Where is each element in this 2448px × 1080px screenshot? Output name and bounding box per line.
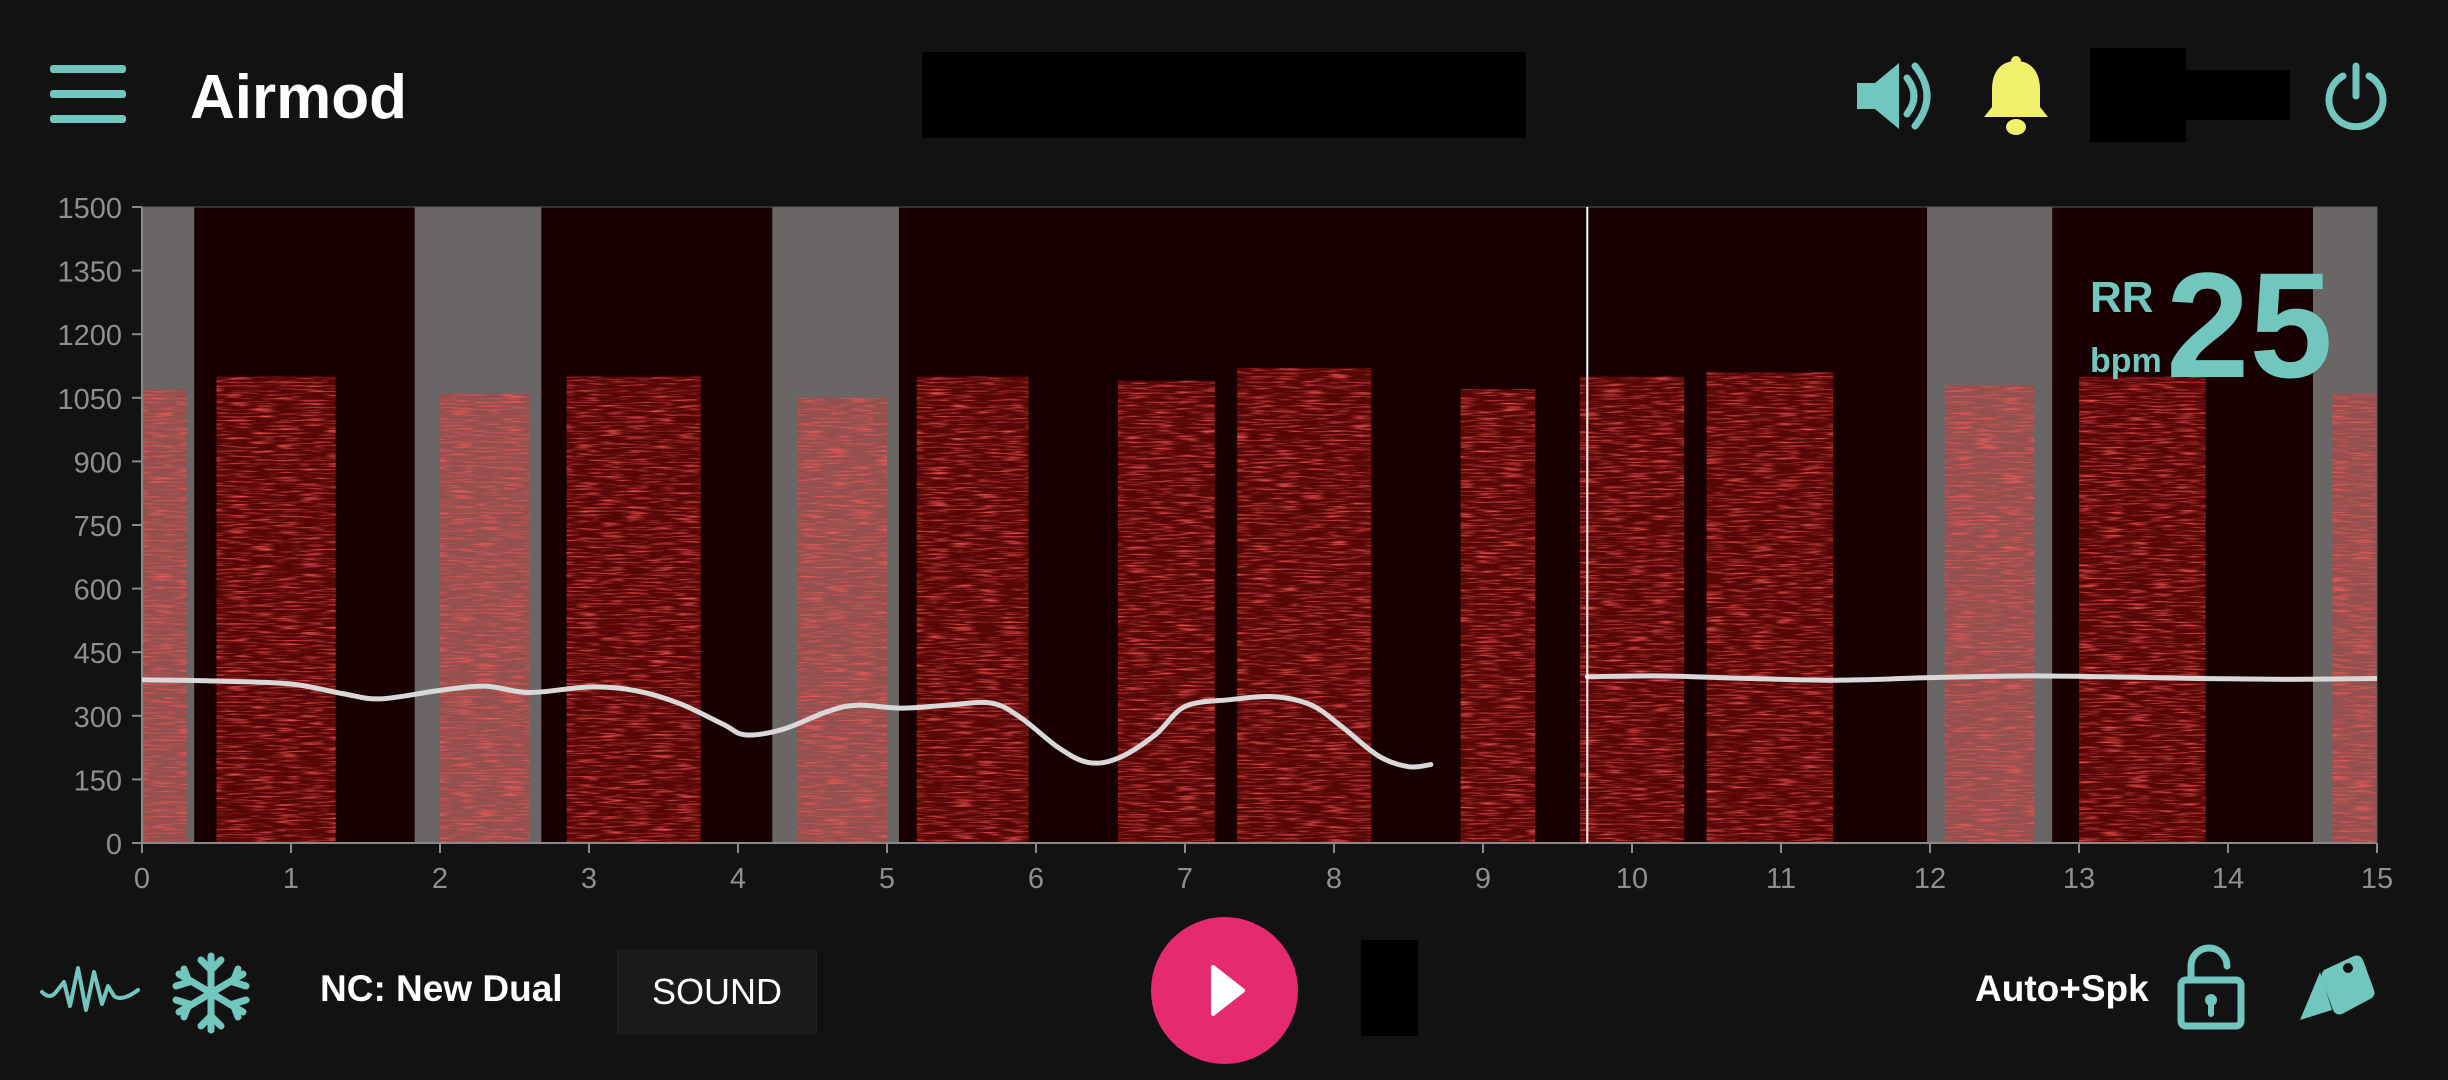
y-tick-label: 750: [74, 511, 122, 543]
x-tick-label: 15: [2361, 863, 2393, 895]
x-tick-label: 3: [581, 863, 597, 895]
waveform-icon[interactable]: [40, 962, 140, 1018]
y-tick-label: 900: [74, 447, 122, 479]
x-tick-label: 2: [432, 863, 448, 895]
play-icon: [1211, 965, 1245, 1016]
redacted-status-a: [2090, 48, 2186, 142]
y-tick-label: 300: [74, 702, 122, 734]
snowflake-icon[interactable]: [170, 952, 252, 1034]
y-tick-label: 600: [74, 575, 122, 607]
energy-burst: [797, 397, 887, 843]
energy-burst: [1944, 385, 2035, 843]
energy-burst: [1117, 380, 1215, 843]
energy-burst: [1460, 389, 1536, 843]
energy-burst: [1579, 376, 1685, 843]
y-tick-label: 450: [74, 638, 122, 670]
x-tick-label: 10: [1616, 863, 1648, 895]
x-tick-label: 13: [2063, 863, 2095, 895]
x-tick-label: 1: [283, 863, 299, 895]
energy-burst: [566, 376, 701, 843]
power-icon[interactable]: [2323, 62, 2389, 131]
spectrogram-svg: 015030045060075090010501200135015000 1 2 3 4…: [57, 193, 2393, 895]
x-tick-label: 0: [134, 863, 150, 895]
rr-value: 25: [2166, 241, 2333, 409]
energy-burst: [2079, 376, 2206, 843]
speaker-icon[interactable]: [1855, 58, 1935, 134]
y-tick-label: 0: [106, 829, 122, 861]
y-tick-label: 1350: [57, 257, 122, 289]
y-tick-label: 1050: [57, 384, 122, 416]
rr-label: RR: [2090, 273, 2154, 322]
lock-icon[interactable]: [2177, 944, 2245, 1030]
redacted-device-name: [922, 52, 1526, 138]
rr-unit: bpm: [2090, 342, 2162, 380]
app-title: Airmod: [190, 63, 407, 132]
energy-burst: [216, 376, 336, 843]
redacted-status-b: [2186, 70, 2290, 120]
x-tick-label: 4: [730, 863, 746, 895]
noise-cancel-label[interactable]: NC: New Dual: [320, 968, 563, 1010]
energy-burst: [1706, 372, 1834, 843]
redacted-bottom: [1361, 940, 1418, 1036]
x-tick-label: 14: [2212, 863, 2244, 895]
energy-burst: [142, 389, 187, 843]
energy-burst: [2332, 393, 2377, 843]
x-tick-label: 11: [1766, 863, 1796, 895]
spectrogram-chart: 0 150 300 450 600 750 900 1050 1200 1350 1500 0 1 2 3 4…: [0, 193, 2448, 915]
play-button[interactable]: [1151, 917, 1298, 1064]
x-tick-label: 9: [1475, 863, 1491, 895]
energy-burst: [440, 393, 530, 843]
energy-burst: [916, 376, 1029, 843]
energy-burst: [1237, 368, 1372, 843]
tags-icon[interactable]: [2290, 950, 2376, 1030]
audio-mode-label[interactable]: Auto+Spk: [1975, 968, 2149, 1010]
top-bar: Airmod: [0, 0, 2448, 195]
x-tick-label: 8: [1326, 863, 1342, 895]
bell-icon[interactable]: [1980, 55, 2052, 139]
menu-icon[interactable]: [50, 65, 126, 123]
sound-button[interactable]: SOUND: [617, 950, 817, 1034]
y-tick-label: 1500: [57, 195, 122, 225]
x-tick-label: 12: [1914, 863, 1946, 895]
y-tick-label: 1200: [57, 320, 122, 352]
x-tick-label: 5: [879, 863, 895, 895]
y-tick-label: 150: [74, 765, 122, 797]
x-tick-label: 7: [1177, 863, 1193, 895]
x-tick-label: 6: [1028, 863, 1044, 895]
